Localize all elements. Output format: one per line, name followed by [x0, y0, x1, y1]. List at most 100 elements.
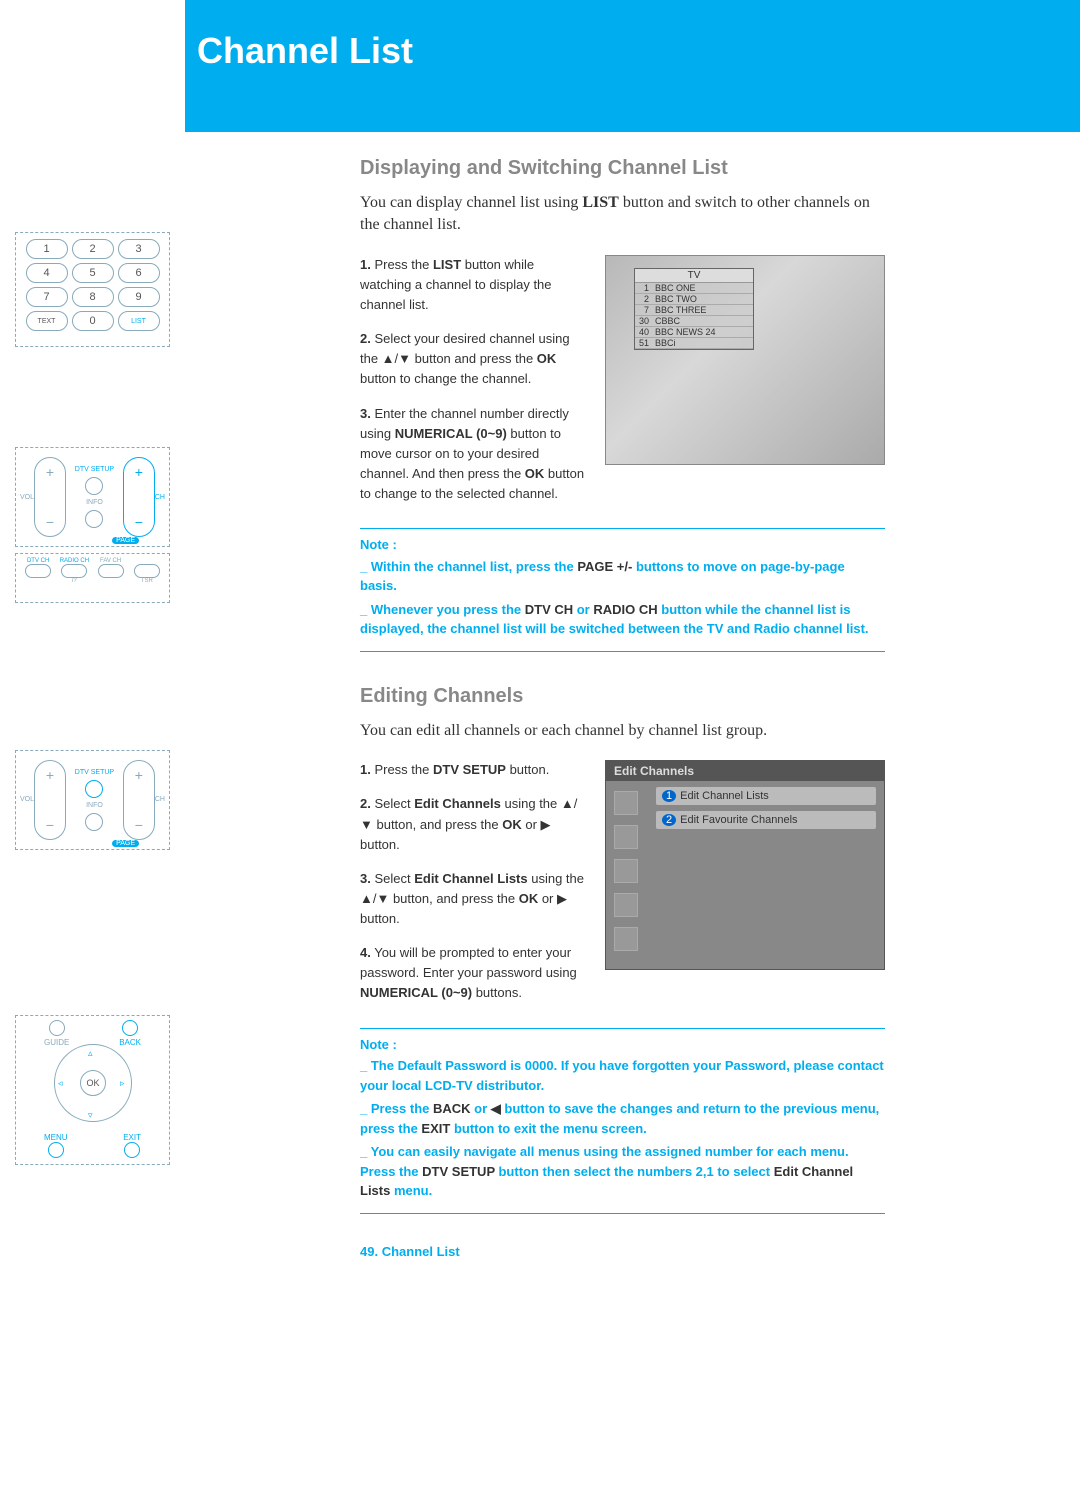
info-label: INFO [86, 499, 103, 506]
key-7: 7 [26, 287, 68, 307]
section2-intro: You can edit all channels or each channe… [360, 720, 885, 742]
tv-row: 51BBCi [635, 338, 753, 349]
minus-icon: − [135, 817, 143, 833]
menu-item: 1Edit Channel Lists [656, 787, 876, 805]
page-title: Channel List [197, 30, 1080, 72]
ch-num: 30 [635, 316, 653, 326]
text: Press the [371, 762, 433, 777]
key-6: 6 [118, 263, 160, 283]
red-button [25, 564, 51, 578]
note-title: Note : [360, 535, 885, 555]
ch-name: BBCi [653, 338, 753, 348]
step: 2. Select Edit Channels using the ▲/▼ bu… [360, 794, 587, 854]
text-bold: Edit Channel Lists [414, 871, 527, 886]
right-icon: ▹ [120, 1078, 125, 1089]
vol-rocker: +− [34, 457, 66, 537]
step-num: 1. [360, 762, 371, 777]
text: _ Whenever you press the [360, 602, 525, 617]
remote-colorbtns: DTV CH RADIO CH FAV CH i? TSR [15, 553, 170, 603]
up-icon: ▵ [88, 1048, 93, 1059]
text-bold: OK [502, 817, 522, 832]
step: 3. Enter the channel number directly usi… [360, 404, 587, 505]
section2-heading: Editing Channels [360, 685, 885, 708]
side-icons [614, 791, 638, 951]
text-bold: DTV SETUP [422, 1164, 495, 1179]
text: Select [371, 871, 414, 886]
section-editing: Editing Channels You can edit all channe… [185, 660, 885, 1214]
remote-numpad: 123 456 789 TEXT0LIST [15, 232, 170, 347]
ch-num: 7 [635, 305, 653, 315]
text: Press the [371, 257, 433, 272]
text-bold: NUMERICAL (0~9) [395, 426, 507, 441]
text: buttons. [472, 985, 522, 1000]
ch-num: 51 [635, 338, 653, 348]
step-num: 3. [360, 406, 371, 421]
ch-label: CH [155, 494, 165, 501]
ch-name: BBC ONE [653, 283, 753, 293]
page-footer: 49. Channel List [360, 1244, 1080, 1259]
ch-rocker: +− [123, 760, 155, 840]
plus-icon: + [135, 464, 143, 480]
text: You will be prompted to enter your passw… [360, 945, 577, 980]
right-icon: ▶ [541, 817, 551, 832]
text-bold: OK [525, 466, 545, 481]
left-icon: ◃ [58, 1078, 63, 1089]
key-list: LIST [118, 311, 160, 331]
ch-name: BBC TWO [653, 294, 753, 304]
ok-button: OK [80, 1070, 106, 1096]
key-5: 5 [72, 263, 114, 283]
text: button then select the numbers 2,1 to se… [495, 1164, 774, 1179]
text: button. [360, 911, 400, 926]
ch-name: BBC THREE [653, 305, 753, 315]
text-bold: BACK [433, 1101, 471, 1116]
section1-heading: Displaying and Switching Channel List [360, 157, 885, 180]
text-bold: RADIO CH [593, 602, 657, 617]
text-bold: LIST [433, 257, 461, 272]
text: menu. [390, 1183, 432, 1198]
text: You can display channel list using [360, 194, 582, 211]
section2-steps: 1. Press the DTV SETUP button. 2. Select… [360, 760, 587, 1017]
tv-row: 30CBBC [635, 316, 753, 327]
tv-row: 40BBC NEWS 24 [635, 327, 753, 338]
item-num: 2 [662, 814, 676, 826]
yellow-button [98, 564, 124, 578]
green-button [61, 564, 87, 578]
key-2: 2 [72, 239, 114, 259]
section2-note: Note : _ The Default Password is 0000. I… [360, 1028, 885, 1214]
left-icon: ◀ [491, 1101, 501, 1116]
ch-name: BBC NEWS 24 [653, 327, 753, 337]
section1-intro: You can display channel list using LIST … [360, 192, 885, 237]
section-displaying: Displaying and Switching Channel List Yo… [185, 132, 885, 652]
page-badge: PAGE [112, 840, 139, 847]
key-4: 4 [26, 263, 68, 283]
text: or [538, 891, 557, 906]
step: 1. Press the LIST button while watching … [360, 255, 587, 315]
text: button to exit the menu screen. [450, 1121, 646, 1136]
back-corner: BACK [119, 1020, 141, 1047]
vol-label: VOL [20, 494, 34, 501]
step: 4. You will be prompted to enter your pa… [360, 943, 587, 1003]
text: or [573, 602, 593, 617]
plus-icon: + [135, 767, 143, 783]
tsr-label: TSR [132, 578, 162, 584]
dtv-setup-label: DTV SETUP [75, 466, 114, 473]
text-bold: DTV CH [525, 602, 573, 617]
tv-channel-list: TV 1BBC ONE 2BBC TWO 7BBC THREE 30CBBC 4… [634, 268, 754, 350]
menu-item: 2 Edit Favourite Channels [656, 811, 876, 829]
text: or [522, 817, 541, 832]
item-label: Edit Favourite Channels [680, 814, 797, 826]
remote-volch-2: VOL +− DTV SETUP INFO +− CH PAGE [15, 750, 170, 850]
step: 2. Select your desired channel using the… [360, 329, 587, 389]
minus-icon: − [46, 817, 54, 833]
section1-note: Note : _ Within the channel list, press … [360, 528, 885, 652]
key-text: TEXT [26, 311, 68, 331]
page-header: Channel List [185, 0, 1080, 132]
ch-rocker: +− [123, 457, 155, 537]
text: button to change the channel. [360, 371, 531, 386]
step-num: 1. [360, 257, 371, 272]
text: Select [371, 796, 414, 811]
menu-corner: MENU [44, 1133, 68, 1160]
text: button. [360, 837, 400, 852]
text-bold: LIST [582, 194, 618, 211]
step: 3. Select Edit Channel Lists using the ▲… [360, 869, 587, 929]
